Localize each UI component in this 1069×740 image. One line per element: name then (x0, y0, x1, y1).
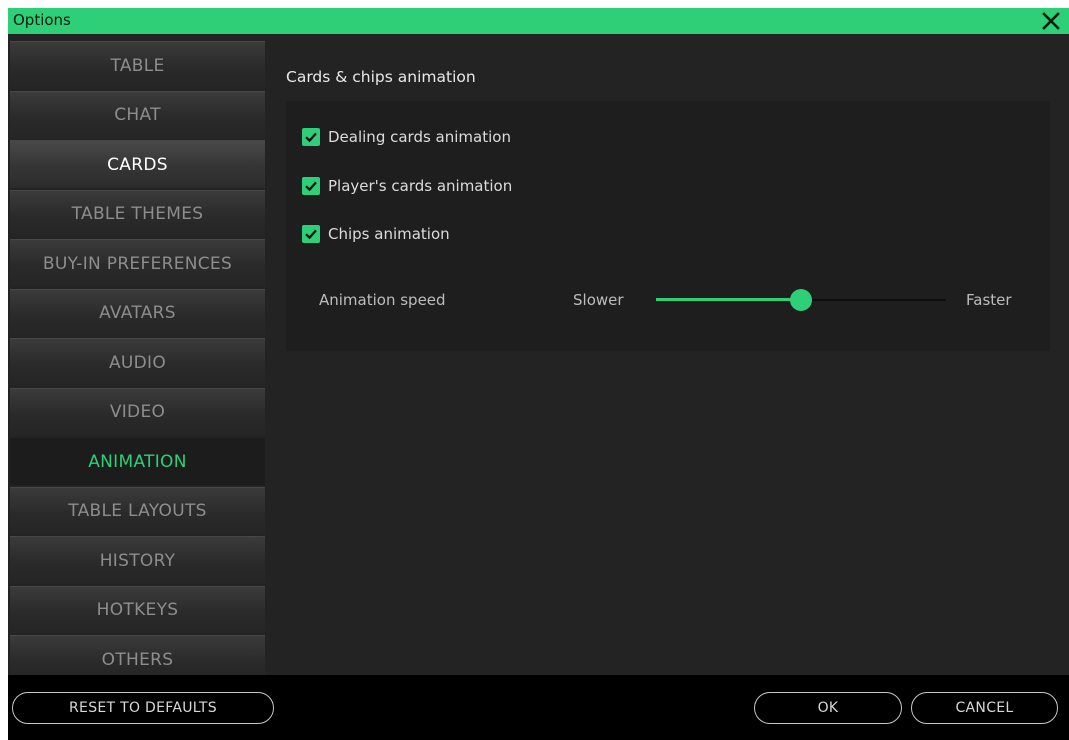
close-icon (1042, 12, 1060, 30)
sidebar-item-label: HISTORY (99, 550, 176, 571)
checkbox-checked[interactable] (302, 177, 320, 195)
slider-min-label: Slower (573, 291, 624, 309)
checkbox-label: Player's cards animation (328, 177, 513, 195)
checkmark-icon (305, 132, 317, 143)
window-title: Options (13, 11, 71, 29)
section-title: Cards & chips animation (286, 68, 476, 86)
sidebar-item-buy-in-preferences[interactable]: BUY-IN PREFERENCES (10, 239, 265, 287)
sidebar-item-hotkeys[interactable]: HOTKEYS (10, 585, 265, 634)
dealing-cards-animation-checkbox[interactable]: Dealing cards animation (302, 128, 511, 146)
sidebar-item-table-layouts[interactable]: TABLE LAYOUTS (10, 486, 265, 535)
sidebar-item-cards[interactable]: CARDS (10, 140, 265, 188)
close-button[interactable] (1039, 9, 1063, 33)
checkbox-label: Chips animation (328, 225, 450, 243)
sidebar-item-label: OTHERS (101, 649, 174, 670)
animation-panel: Dealing cards animation Player's cards a… (286, 101, 1050, 351)
slider-max-label: Faster (966, 291, 1012, 309)
sidebar-item-label: AVATARS (99, 303, 176, 323)
slider-thumb[interactable] (790, 289, 812, 311)
reset-to-defaults-button[interactable]: RESET TO DEFAULTS (12, 692, 274, 724)
options-window: Options TABLE CHAT CARDS TABLE THEMES BU… (8, 8, 1069, 740)
ok-button[interactable]: OK (754, 692, 902, 724)
cancel-button[interactable]: CANCEL (911, 692, 1058, 724)
sidebar-item-label: ANIMATION (88, 451, 187, 472)
sidebar-item-label: VIDEO (109, 402, 166, 422)
sidebar-item-avatars[interactable]: AVATARS (10, 288, 265, 337)
sidebar-item-label: TABLE LAYOUTS (68, 501, 207, 521)
slider-fill (656, 298, 801, 301)
footer-bar: RESET TO DEFAULTS OK CANCEL (8, 675, 1069, 740)
checkbox-label: Dealing cards animation (328, 128, 511, 146)
title-bar: Options (8, 8, 1069, 34)
sidebar-item-label: BUY-IN PREFERENCES (42, 253, 233, 274)
sidebar-item-label: TABLE (110, 55, 165, 76)
checkbox-checked[interactable] (302, 225, 320, 243)
sidebar-item-label: TABLE THEMES (71, 204, 204, 224)
sidebar-item-label: AUDIO (108, 352, 167, 373)
animation-settings: Cards & chips animation Dealing cards an… (270, 41, 1065, 675)
animation-speed-slider[interactable] (656, 289, 946, 311)
players-cards-animation-checkbox[interactable]: Player's cards animation (302, 177, 512, 195)
sidebar-item-table[interactable]: TABLE (10, 41, 265, 89)
sidebar-item-label: CARDS (107, 154, 168, 175)
checkbox-checked[interactable] (302, 128, 320, 146)
sidebar-item-animation[interactable]: ANIMATION (10, 437, 265, 485)
checkmark-icon (305, 229, 317, 240)
sidebar-item-chat[interactable]: CHAT (10, 90, 265, 139)
options-sidebar: TABLE CHAT CARDS TABLE THEMES BUY-IN PRE… (10, 41, 267, 685)
animation-speed-label: Animation speed (319, 291, 446, 309)
sidebar-item-history[interactable]: HISTORY (10, 536, 265, 584)
sidebar-item-label: CHAT (114, 105, 161, 125)
sidebar-item-table-themes[interactable]: TABLE THEMES (10, 189, 265, 238)
chips-animation-checkbox[interactable]: Chips animation (302, 225, 450, 243)
sidebar-item-video[interactable]: VIDEO (10, 387, 265, 436)
checkmark-icon (305, 181, 317, 192)
sidebar-item-label: HOTKEYS (96, 600, 179, 620)
sidebar-item-audio[interactable]: AUDIO (10, 338, 265, 386)
